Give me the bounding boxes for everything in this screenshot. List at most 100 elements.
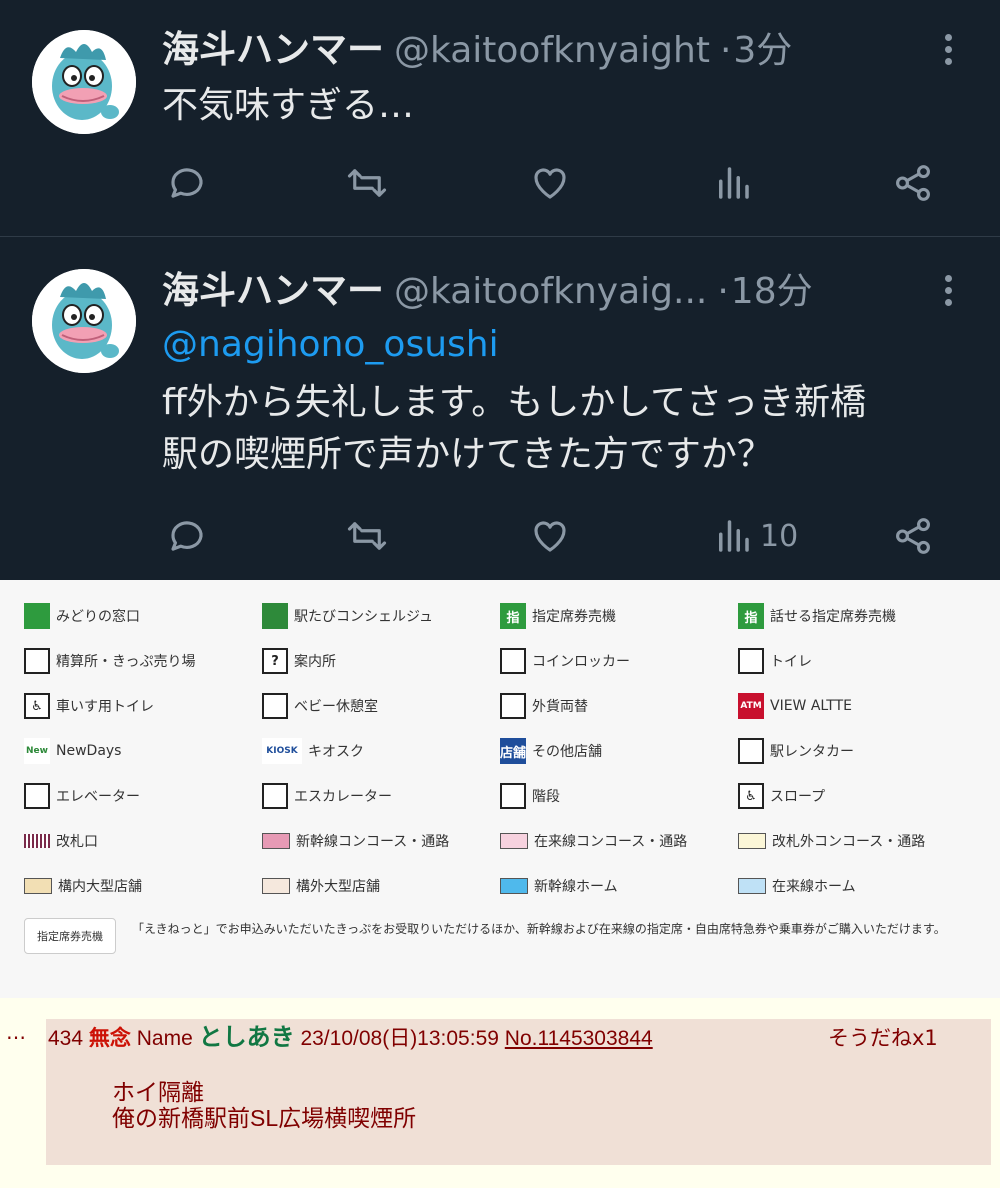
legend-item: KIOSK キオスク bbox=[262, 737, 364, 765]
elevator-icon bbox=[24, 783, 50, 809]
display-name[interactable]: 海斗ハンマー bbox=[162, 269, 384, 312]
legend-label: 精算所・きっぷ売り場 bbox=[56, 654, 196, 670]
separator-dot: · bbox=[717, 271, 729, 312]
post-subject: 無念 bbox=[88, 1027, 131, 1050]
legend-item: エスカレーター bbox=[262, 782, 392, 810]
slope-icon: ♿ bbox=[738, 783, 764, 809]
share-button[interactable] bbox=[892, 158, 934, 208]
legend-label: 駅たびコンシェルジュ bbox=[294, 609, 434, 625]
legend-item: 構外大型店舗 bbox=[262, 872, 380, 900]
color-swatch bbox=[738, 833, 766, 849]
legend-label: 階段 bbox=[532, 789, 560, 805]
display-name[interactable]: 海斗ハンマー bbox=[162, 28, 384, 71]
board-post: 434 無念 Name としあき 23/10/08(日)13:05:59 No.… bbox=[46, 1019, 991, 1165]
legend-item: 構内大型店舗 bbox=[24, 872, 142, 900]
legend-item: ♿ スロープ bbox=[738, 782, 825, 810]
legend-label: 改札口 bbox=[56, 834, 98, 850]
legend-label: 新幹線ホーム bbox=[534, 879, 618, 895]
legend-label: キオスク bbox=[308, 744, 364, 760]
legend-item: 新幹線ホーム bbox=[500, 872, 618, 900]
legend-label: 外貨両替 bbox=[532, 699, 588, 715]
tweet-text-line: ff外から失礼します。もしかしてさっき新橋 bbox=[162, 382, 867, 423]
rent-a-car-icon bbox=[738, 738, 764, 764]
more-options-icon[interactable] bbox=[936, 30, 960, 70]
currency-exchange-icon bbox=[500, 693, 526, 719]
legend-item: 外貨両替 bbox=[500, 692, 588, 720]
retweet-button[interactable] bbox=[346, 158, 388, 208]
baby-room-icon bbox=[262, 693, 288, 719]
legend-item: 在来線ホーム bbox=[738, 872, 856, 900]
share-button[interactable] bbox=[892, 511, 934, 561]
kiosk-logo-icon: KIOSK bbox=[262, 738, 302, 764]
midori-window-icon bbox=[24, 603, 50, 629]
retweet-button[interactable] bbox=[346, 511, 388, 561]
legend-item: 改札外コンコース・通路 bbox=[738, 827, 925, 855]
avatar[interactable] bbox=[32, 269, 136, 373]
legend-item: みどりの窓口 bbox=[24, 602, 140, 630]
tweet-text-line: 駅の喫煙所で声かけてきた方ですか？ bbox=[162, 434, 773, 475]
post-datetime: 23/10/08(日)13:05:59 bbox=[300, 1027, 499, 1050]
legend-item: ATM VIEW ALTTE bbox=[738, 692, 852, 720]
share-icon bbox=[896, 165, 930, 201]
tweet-thread: 海斗ハンマー @kaitoofknyaight ·3分 不気味すぎる… 海斗ハン… bbox=[0, 0, 1000, 580]
legend-label: NewDays bbox=[56, 743, 122, 759]
legend-label: 指定席券売機 bbox=[532, 609, 616, 625]
tweet[interactable]: 海斗ハンマー @kaitoofknyaig... ·18分 @nagihono_os… bbox=[0, 237, 1000, 580]
more-options-icon[interactable] bbox=[936, 271, 960, 311]
legend-item: 在来線コンコース・通路 bbox=[500, 827, 687, 855]
like-button[interactable] bbox=[529, 511, 571, 561]
tweet-actions bbox=[0, 158, 1000, 208]
reply-mention-link[interactable]: @nagihono_osushi bbox=[162, 323, 499, 367]
legend-label: 案内所 bbox=[294, 654, 336, 670]
wheelchair-icon: ♿ bbox=[24, 693, 50, 719]
share-icon bbox=[896, 518, 930, 554]
post-header: 434 無念 Name としあき 23/10/08(日)13:05:59 No.… bbox=[48, 1023, 653, 1053]
views-button[interactable]: 10 bbox=[712, 511, 798, 561]
avatar[interactable] bbox=[32, 30, 136, 134]
legend-item: ♿ 車いす用トイレ bbox=[24, 692, 154, 720]
analytics-icon bbox=[719, 520, 749, 552]
legend-item: 指話せる指定席券売機 bbox=[738, 602, 896, 630]
reply-button[interactable] bbox=[166, 511, 208, 561]
newdays-logo-icon: New bbox=[24, 738, 50, 764]
legend-label: 車いす用トイレ bbox=[56, 699, 154, 715]
legend-label: 在来線ホーム bbox=[772, 879, 856, 895]
ticket-machine-note-text: 「えきねっと」でお申込みいただいたきっぷをお受取りいただけるほか、新幹線および在… bbox=[132, 922, 946, 936]
legend-label: 話せる指定席券売機 bbox=[770, 609, 896, 625]
legend-label: ベビー休憩室 bbox=[294, 699, 378, 715]
tweet[interactable]: 海斗ハンマー @kaitoofknyaight ·3分 不気味すぎる… bbox=[0, 0, 1000, 237]
color-swatch bbox=[262, 833, 290, 849]
legend-item: 改札口 bbox=[24, 827, 98, 855]
post-number-link[interactable]: No.1145303844 bbox=[505, 1027, 653, 1050]
legend-item: New NewDays bbox=[24, 737, 121, 765]
separator-dot: · bbox=[719, 30, 732, 71]
bookmark-icon bbox=[262, 603, 288, 629]
tweet-header: 海斗ハンマー @kaitoofknyaig... ·18分 bbox=[162, 263, 813, 319]
legend-label: コインロッカー bbox=[532, 654, 630, 670]
legend-label: エレベーター bbox=[56, 789, 140, 805]
legend-item: エレベーター bbox=[24, 782, 140, 810]
handle[interactable]: @kaitoofknyaight bbox=[394, 30, 710, 71]
like-button[interactable] bbox=[529, 158, 571, 208]
timestamp[interactable]: 3分 bbox=[733, 30, 792, 71]
timestamp[interactable]: 18分 bbox=[731, 271, 813, 312]
hangyodon-avatar-icon bbox=[32, 269, 136, 373]
heart-icon bbox=[534, 168, 566, 199]
views-button[interactable] bbox=[712, 158, 760, 208]
legend-item: 駅レンタカー bbox=[738, 737, 854, 765]
handle[interactable]: @kaitoofknyaig... bbox=[394, 271, 707, 312]
color-swatch bbox=[738, 878, 766, 894]
legend-item: トイレ bbox=[738, 647, 812, 675]
soudane-button[interactable]: そうだねx1 bbox=[828, 1023, 938, 1053]
legend-label: VIEW ALTTE bbox=[770, 698, 852, 714]
board-post-area: … 434 無念 Name としあき 23/10/08(日)13:05:59 N… bbox=[0, 998, 1000, 1188]
color-swatch bbox=[500, 878, 528, 894]
reserved-ticket-machine-icon: 指 bbox=[500, 603, 526, 629]
post-line: ホイ隔離 bbox=[112, 1079, 204, 1105]
tweet-actions: 10 bbox=[0, 511, 1000, 561]
reply-button[interactable] bbox=[166, 158, 208, 208]
heart-icon bbox=[534, 521, 566, 552]
color-swatch bbox=[24, 878, 52, 894]
legend-label: 構内大型店舗 bbox=[58, 879, 142, 895]
talking-ticket-machine-icon: 指 bbox=[738, 603, 764, 629]
